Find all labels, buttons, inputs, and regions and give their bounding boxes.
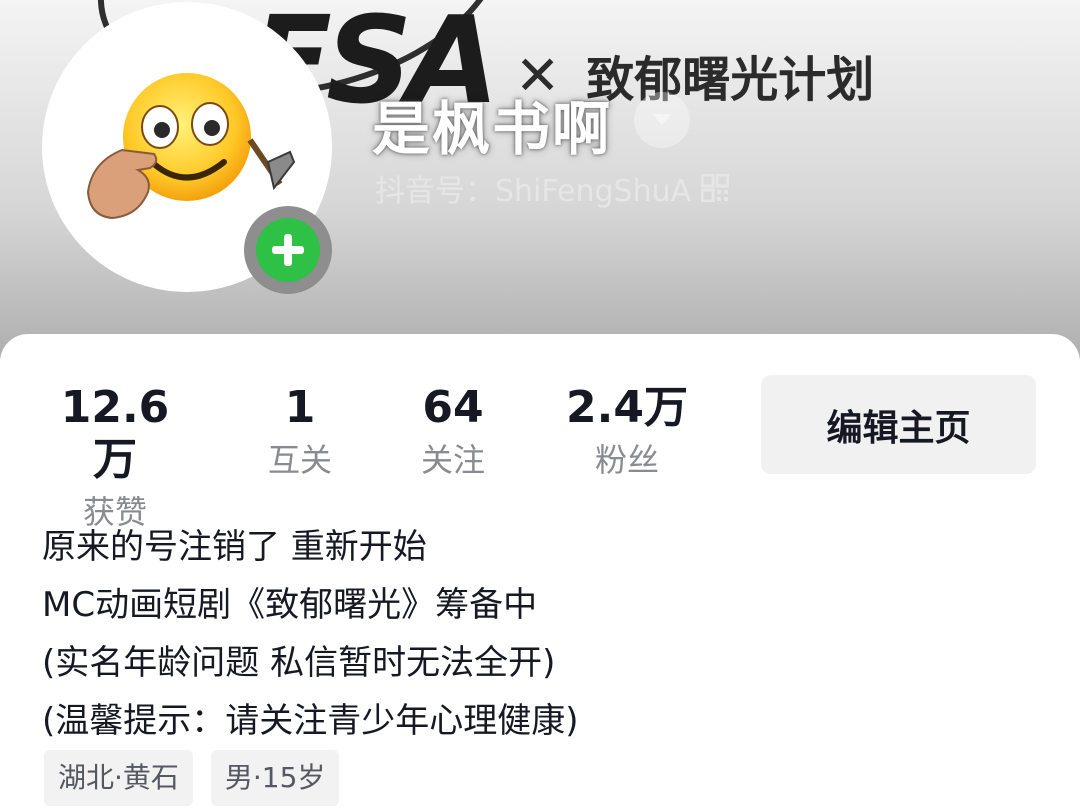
douyin-id-text: 抖音号：ShiFengShuA: [375, 174, 692, 209]
profile-bio: 原来的号注销了 重新开始 MC动画短剧《致郁曙光》筹备中 (实名年龄问题 私信暂…: [42, 518, 579, 750]
profile-nickname: 是枫书啊: [372, 95, 613, 163]
bio-line: 原来的号注销了 重新开始: [42, 527, 427, 567]
gender-age-tag: 男·15岁: [210, 750, 340, 806]
stat-mutual-value: 1: [284, 382, 316, 433]
profile-tags: 湖北·黄石 男·15岁: [44, 750, 340, 806]
edit-profile-button[interactable]: 编辑主页: [761, 375, 1036, 474]
stat-followers-label: 粉丝: [594, 441, 659, 479]
stat-following[interactable]: 64 关注: [410, 382, 496, 480]
profile-info-card: 12.6万 获赞 1 互关 64 关注 2.4万 粉丝 编辑主页 原来的号注销了…: [0, 334, 1080, 810]
qr-code-icon[interactable]: [701, 174, 730, 202]
add-avatar-button[interactable]: [244, 206, 332, 294]
plus-icon: [272, 234, 304, 266]
stat-likes[interactable]: 12.6万 获赞: [42, 382, 188, 532]
bio-line: (实名年龄问题 私信暂时无法全开): [42, 643, 556, 683]
stat-followers[interactable]: 2.4万 粉丝: [562, 382, 692, 480]
stat-following-label: 关注: [420, 441, 485, 479]
bio-line: (温馨提示：请关注青少年心理健康): [42, 701, 579, 741]
stat-followers-value: 2.4万: [566, 382, 688, 433]
stat-mutual[interactable]: 1 互关: [260, 382, 340, 480]
chevron-down-icon: [652, 114, 672, 125]
account-switch-button[interactable]: [634, 92, 690, 148]
add-button-inner: [256, 218, 320, 282]
stat-mutual-label: 互关: [267, 441, 332, 479]
douyin-id[interactable]: 抖音号：ShiFengShuA: [375, 166, 730, 210]
location-tag: 湖北·黄石: [44, 750, 193, 806]
collab-title-text: 致郁曙光计划: [586, 52, 875, 108]
stat-following-value: 64: [422, 382, 484, 433]
bio-line: MC动画短剧《致郁曙光》筹备中: [42, 585, 538, 625]
stat-likes-value: 12.6万: [60, 382, 170, 485]
